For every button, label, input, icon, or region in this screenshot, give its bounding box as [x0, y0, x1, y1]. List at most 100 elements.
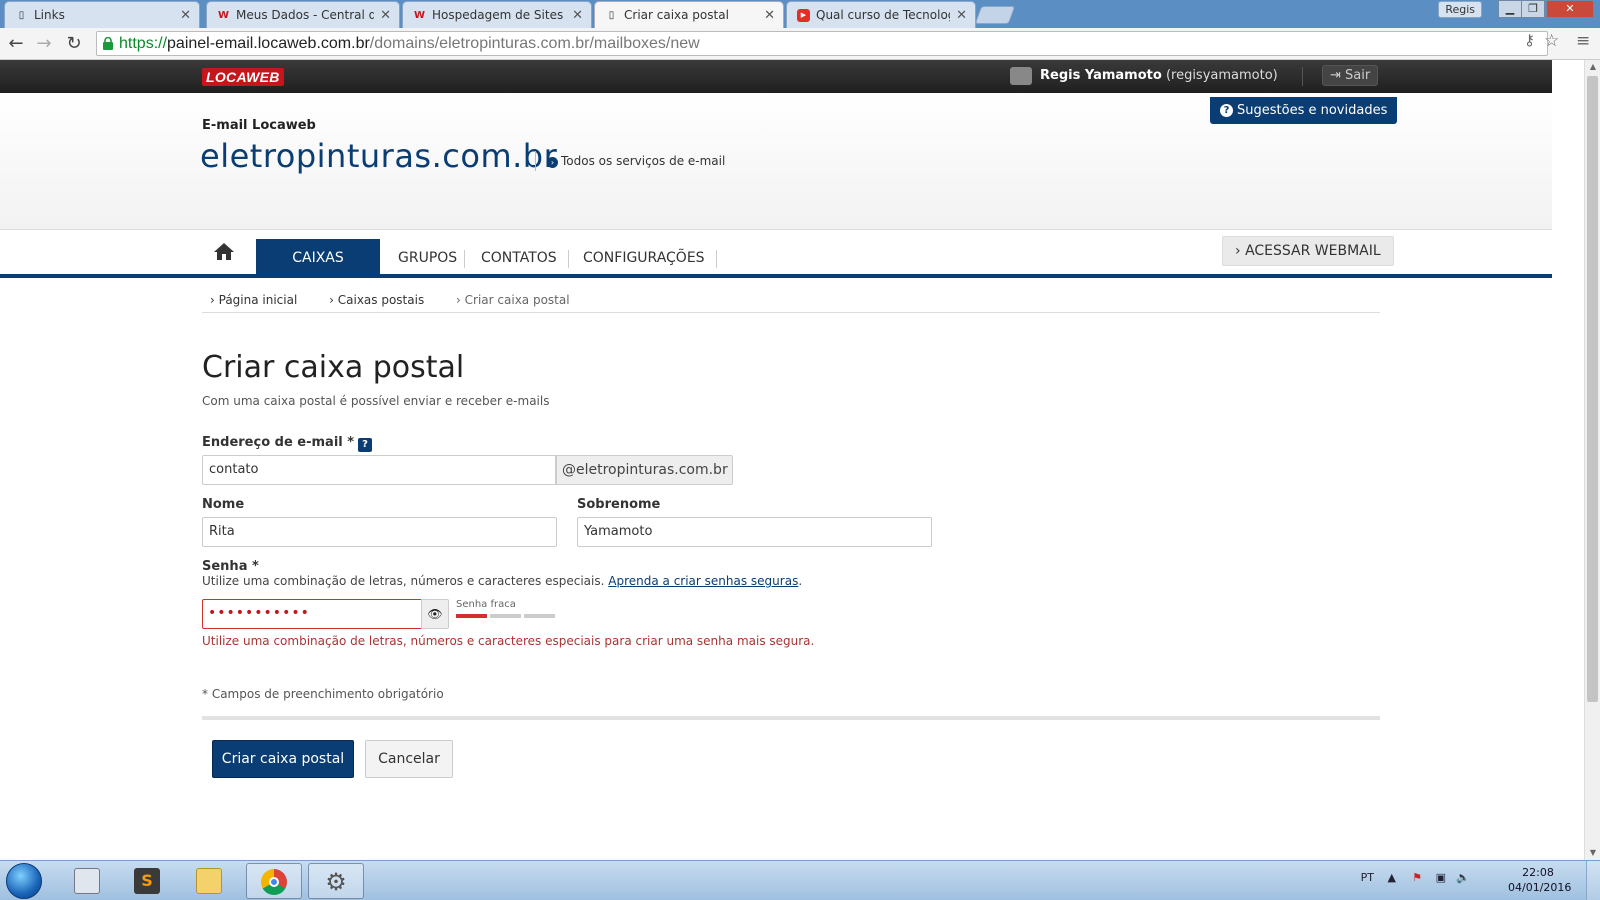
- password-strength-meter: [456, 614, 555, 618]
- chevron-right-icon: ›: [1235, 243, 1241, 259]
- last-name-field[interactable]: Yamamoto: [577, 517, 932, 547]
- back-icon[interactable]: ←: [4, 32, 28, 56]
- address-bar[interactable]: https://painel-email.locaweb.com.br/doma…: [96, 31, 1548, 56]
- tab-title: Criar caixa postal: [624, 8, 729, 22]
- site-top-bar: LOCAWEB Regis Yamamoto (regisyamamoto) ⇥…: [0, 60, 1552, 93]
- email-field[interactable]: contato: [202, 455, 556, 485]
- breadcrumb-label: Página inicial: [218, 293, 298, 307]
- divider: [202, 716, 1380, 720]
- clock-date: 04/01/2016: [1508, 881, 1572, 894]
- show-hidden-icons-icon[interactable]: ▲: [1388, 871, 1396, 884]
- user-login: (regisyamamoto): [1165, 68, 1278, 83]
- menu-item-caixas-postais[interactable]: CAIXAS POSTAIS: [256, 239, 380, 304]
- strength-segment: [524, 614, 555, 618]
- browser-profile-button[interactable]: Regis: [1438, 1, 1482, 18]
- locaweb-favicon-icon: W: [413, 9, 426, 21]
- browser-tab[interactable]: W Meus Dados - Central do C ✕: [206, 1, 400, 28]
- show-password-eye-icon[interactable]: 👁: [421, 599, 449, 629]
- chevron-right-icon: ›: [547, 157, 558, 168]
- browser-tab[interactable]: W Hospedagem de Sites ✕: [402, 1, 592, 28]
- close-tab-icon[interactable]: ✕: [956, 8, 967, 23]
- access-webmail-button[interactable]: › ACESSAR WEBMAIL: [1222, 236, 1394, 266]
- breadcrumb-item-current: › Criar caixa postal: [456, 293, 570, 307]
- scrollbar-thumb[interactable]: [1587, 76, 1598, 702]
- tab-title: Qual curso de Tecnologia: [816, 8, 950, 22]
- logout-button[interactable]: ⇥ Sair: [1322, 65, 1379, 86]
- all-email-services-link[interactable]: › Todos os serviços de e-mail: [547, 154, 725, 168]
- show-desktop-button[interactable]: [1586, 861, 1600, 900]
- divider: [202, 312, 1380, 313]
- user-name: Regis Yamamoto (regisyamamoto): [1040, 68, 1278, 83]
- volume-icon[interactable]: 🔈: [1456, 871, 1470, 884]
- folder-icon: [196, 868, 222, 894]
- taskbar-explorer[interactable]: [182, 863, 238, 899]
- url-scheme: https://: [119, 35, 168, 52]
- secure-password-link[interactable]: Aprenda a criar senhas seguras: [608, 574, 798, 588]
- breadcrumb-item-home[interactable]: › Página inicial: [210, 293, 311, 307]
- action-center-icon[interactable]: ⚑: [1412, 871, 1422, 884]
- first-name-label: Nome: [202, 497, 245, 512]
- minimize-icon[interactable]: ▁: [1498, 0, 1522, 18]
- breadcrumb-label: Caixas postais: [337, 293, 425, 307]
- first-name-field[interactable]: Rita: [202, 517, 557, 547]
- clock[interactable]: 22:08 04/01/2016: [1508, 865, 1572, 895]
- scroll-down-icon[interactable]: ▼: [1585, 846, 1600, 860]
- password-field[interactable]: •••••••••••: [202, 599, 422, 629]
- browser-tab[interactable]: ▶ Qual curso de Tecnologia ✕: [786, 1, 976, 28]
- help-icon[interactable]: ?: [358, 438, 373, 452]
- cancel-button[interactable]: Cancelar: [365, 740, 453, 778]
- browser-toolbar: ← → ↻ https://painel-email.locaweb.com.b…: [0, 28, 1600, 60]
- taskbar-calculator[interactable]: [60, 863, 116, 899]
- key-icon[interactable]: ⚷: [1524, 31, 1535, 49]
- breadcrumb-item-mailboxes[interactable]: › Caixas postais: [329, 293, 438, 307]
- close-window-icon[interactable]: ✕: [1546, 0, 1594, 18]
- tab-title: Links: [34, 8, 65, 22]
- create-mailbox-button[interactable]: Criar caixa postal: [212, 740, 354, 778]
- email-domain-suffix: @eletropinturas.com.br: [556, 455, 733, 485]
- close-tab-icon[interactable]: ✕: [180, 8, 191, 23]
- close-tab-icon[interactable]: ✕: [764, 8, 775, 23]
- clock-time: 22:08: [1522, 866, 1554, 879]
- user-avatar-icon: [1010, 67, 1032, 85]
- scroll-up-icon[interactable]: ▲: [1585, 60, 1600, 74]
- home-icon[interactable]: [212, 240, 236, 262]
- taskbar-chrome[interactable]: [246, 863, 302, 899]
- suggestions-button[interactable]: ? Sugestões e novidades: [1210, 97, 1398, 124]
- taskbar-sublime-text[interactable]: S: [120, 863, 176, 899]
- webmail-label: ACESSAR WEBMAIL: [1245, 243, 1381, 259]
- locaweb-logo[interactable]: LOCAWEB: [202, 68, 284, 86]
- email-label-text: Endereço de e-mail *: [202, 435, 355, 450]
- close-tab-icon[interactable]: ✕: [572, 8, 583, 23]
- network-icon[interactable]: ▣: [1436, 871, 1446, 884]
- last-name-label: Sobrenome: [577, 497, 661, 512]
- menu-item-contatos[interactable]: CONTATOS: [473, 239, 569, 274]
- menu-item-label: CONTATOS: [481, 250, 557, 266]
- forward-icon[interactable]: →: [32, 32, 56, 56]
- password-label: Senha *: [202, 559, 259, 574]
- menu-icon[interactable]: ≡: [1576, 31, 1590, 51]
- maximize-icon[interactable]: ❐: [1521, 0, 1545, 18]
- url-path: /domains/eletropinturas.com.br/mailboxes…: [369, 35, 700, 52]
- browser-tab-active[interactable]: ▯ Criar caixa postal ✕: [594, 1, 784, 28]
- logout-label: Sair: [1345, 68, 1371, 83]
- page-title: Criar caixa postal: [202, 350, 465, 385]
- start-button[interactable]: [6, 863, 42, 899]
- lock-icon: [103, 37, 113, 50]
- email-field-label: Endereço de e-mail *?: [202, 435, 373, 452]
- menu-item-configuracoes[interactable]: CONFIGURAÇÕES: [575, 239, 717, 274]
- language-indicator[interactable]: PT: [1361, 871, 1374, 884]
- menu-item-grupos[interactable]: GRUPOS: [390, 239, 466, 274]
- taskbar-settings-app[interactable]: ⚙: [308, 863, 364, 899]
- bookmark-star-icon[interactable]: ☆: [1544, 31, 1559, 51]
- browser-tab-strip: ▯ Links ✕ W Meus Dados - Central do C ✕ …: [0, 0, 1600, 28]
- new-tab-button[interactable]: [974, 6, 1016, 24]
- reload-icon[interactable]: ↻: [62, 32, 86, 56]
- required-fields-note: * Campos de preenchimento obrigatório: [202, 687, 444, 701]
- all-services-label: Todos os serviços de e-mail: [561, 154, 726, 168]
- close-tab-icon[interactable]: ✕: [380, 8, 391, 23]
- url-host: painel-email.locaweb.com.br: [167, 35, 370, 52]
- page-scrollbar[interactable]: ▲ ▼: [1584, 60, 1600, 860]
- browser-tab[interactable]: ▯ Links ✕: [4, 1, 200, 28]
- divider: [1302, 67, 1303, 86]
- password-hint: Utilize uma combinação de letras, número…: [202, 574, 803, 588]
